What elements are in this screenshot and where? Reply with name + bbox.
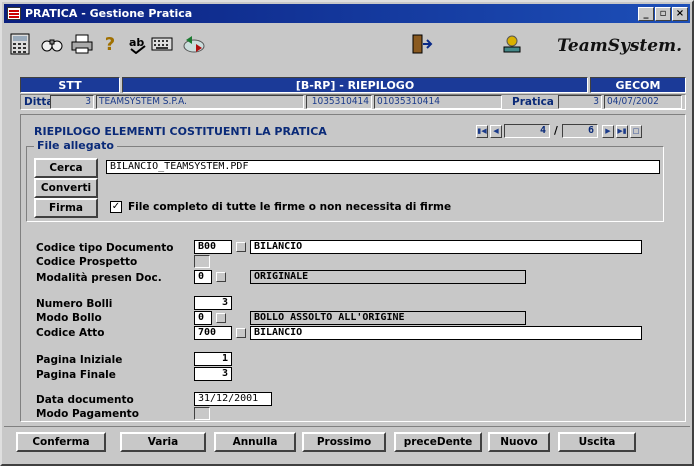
pagina-finale-label: Pagina Finale (36, 369, 116, 381)
modo-pagamento-label: Modo Pagamento (36, 408, 139, 420)
codice-atto-desc: BILANCIO (250, 326, 642, 340)
window-title: PRATICA - Gestione Pratica (25, 7, 193, 20)
printer-icon[interactable] (70, 32, 94, 56)
modo-bollo-code-input[interactable]: 0 (194, 311, 212, 325)
modalita-code-input[interactable]: 0 (194, 270, 212, 284)
file-allegato-legend: File allegato (34, 139, 117, 152)
data-documento-input[interactable]: 31/12/2001 (194, 392, 272, 406)
header-left-label: STT (20, 77, 120, 93)
modalita-label: Modalità presen Doc. (36, 272, 162, 284)
brand-logo: TeamSystem. (557, 36, 682, 56)
record-separator: / (554, 125, 558, 137)
varia-button[interactable]: Varia (120, 432, 206, 452)
conferma-button[interactable]: Conferma (16, 432, 106, 452)
modo-bollo-label: Modo Bollo (36, 312, 102, 324)
network-icon[interactable] (500, 32, 524, 56)
first-record-icon[interactable]: ▮◀ (476, 125, 488, 138)
last-record-icon[interactable]: ▶▮ (616, 125, 628, 138)
codice-atto-lookup-button[interactable] (236, 328, 246, 338)
keyboard-icon[interactable] (150, 32, 174, 56)
toolbar: ? ab TeamSystem. (6, 26, 690, 66)
minimize-button[interactable]: _ (638, 7, 654, 21)
help-icon[interactable]: ? (98, 32, 122, 56)
modo-pagamento-input[interactable] (194, 407, 210, 420)
prev-record-icon[interactable]: ◀ (490, 125, 502, 138)
uscita-button[interactable]: Uscita (558, 432, 636, 452)
codice-prospetto-input[interactable] (194, 255, 210, 268)
header-right-label: GECOM (590, 77, 686, 93)
exchange-icon[interactable] (182, 32, 206, 56)
close-button[interactable]: × (672, 7, 688, 21)
ditta-piva: 1035310414 (306, 95, 372, 109)
codice-tipo-code-input[interactable]: B00 (194, 240, 232, 254)
title-bar[interactable]: PRATICA - Gestione Pratica _ ▫ × (4, 4, 690, 23)
firma-button[interactable]: Firma (34, 198, 98, 218)
codice-prospetto-label: Codice Prospetto (36, 256, 138, 268)
section-title: RIEPILOGO ELEMENTI COSTITUENTI LA PRATIC… (34, 125, 327, 138)
numero-bolli-label: Numero Bolli (36, 298, 113, 310)
annulla-button[interactable]: Annulla (214, 432, 296, 452)
modalita-lookup-button[interactable] (216, 272, 226, 282)
page-icon[interactable]: □ (630, 125, 642, 138)
maximize-button[interactable]: ▫ (655, 7, 671, 21)
pagina-iniziale-label: Pagina Iniziale (36, 354, 123, 366)
spellcheck-icon[interactable]: ab (126, 32, 150, 56)
pagina-iniziale-input[interactable]: 1 (194, 352, 232, 366)
converti-button[interactable]: Converti (34, 178, 98, 198)
data-documento-label: Data documento (36, 394, 134, 406)
modalita-desc: ORIGINALE (250, 270, 526, 284)
firme-checkbox[interactable]: ✓ (110, 201, 122, 213)
exit-door-icon[interactable] (410, 32, 434, 56)
next-record-icon[interactable]: ▶ (602, 125, 614, 138)
filename-input[interactable]: BILANCIO_TEAMSYSTEM.PDF (106, 160, 660, 174)
app-menu-icon[interactable] (7, 7, 21, 20)
codice-atto-label: Codice Atto (36, 327, 105, 339)
codice-tipo-desc: BILANCIO (250, 240, 642, 254)
pratica-number: 3 (558, 95, 602, 109)
firme-checkbox-label: File completo di tutte le firme o non ne… (128, 201, 452, 213)
record-current: 4 (504, 124, 550, 138)
pratica-label: Pratica (512, 96, 554, 108)
precedente-button[interactable]: preceDente (394, 432, 482, 452)
record-total: 6 (562, 124, 598, 138)
cerca-button[interactable]: Cerca (34, 158, 98, 178)
pagina-finale-input[interactable]: 3 (194, 367, 232, 381)
modo-bollo-desc: BOLLO ASSOLTO ALL'ORIGINE (250, 311, 526, 325)
application-window: PRATICA - Gestione Pratica _ ▫ × ? ab Te… (0, 0, 694, 466)
header-title: [B-RP] - RIEPILOGO (122, 77, 588, 93)
codice-atto-code-input[interactable]: 700 (194, 326, 232, 340)
prossimo-button[interactable]: Prossimo (302, 432, 386, 452)
ditta-cf: 01035310414 (374, 95, 502, 109)
ditta-code: 3 (50, 95, 94, 109)
ditta-name: TEAMSYSTEM S.P.A. (96, 95, 304, 109)
modo-bollo-lookup-button[interactable] (216, 313, 226, 323)
numero-bolli-input[interactable]: 3 (194, 296, 232, 310)
pratica-date: 04/07/2002 (604, 95, 682, 109)
calculator-icon[interactable] (8, 32, 32, 56)
codice-tipo-label: Codice tipo Documento (36, 242, 174, 254)
codice-tipo-lookup-button[interactable] (236, 242, 246, 252)
nuovo-button[interactable]: Nuovo (488, 432, 550, 452)
binoculars-icon[interactable] (40, 32, 64, 56)
